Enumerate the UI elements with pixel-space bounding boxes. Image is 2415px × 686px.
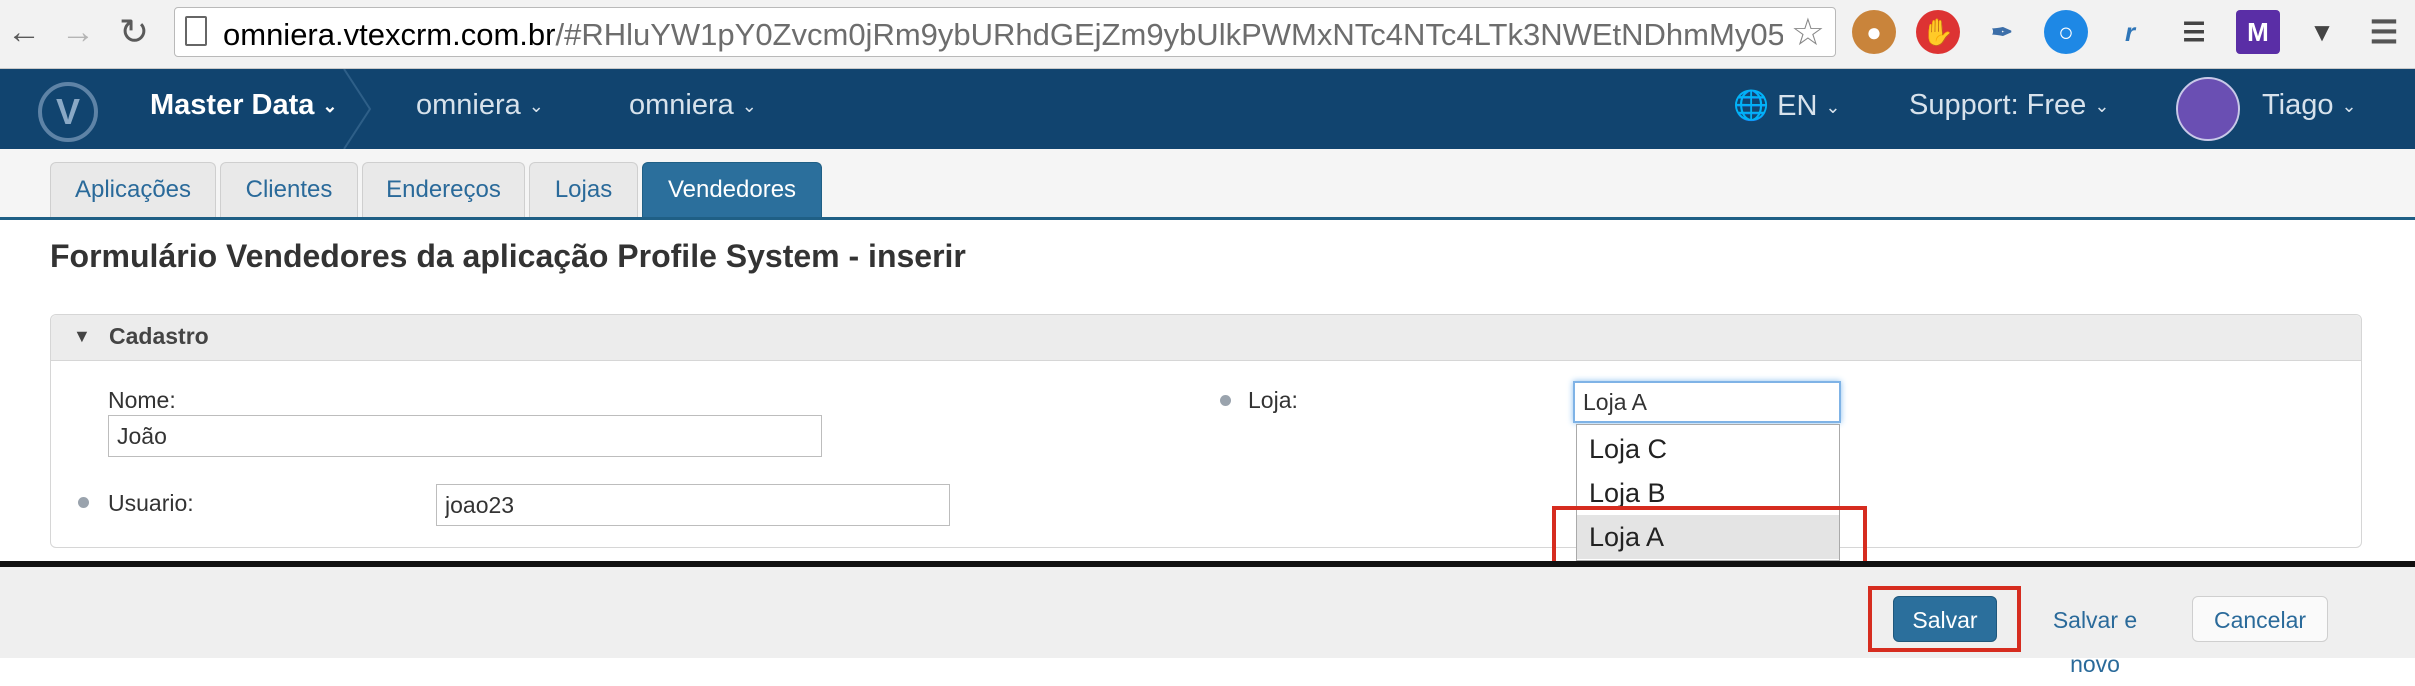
- chevron-down-icon: ⌄: [741, 95, 757, 116]
- chevron-down-icon: ⌄: [2094, 95, 2110, 116]
- page-icon: [185, 16, 207, 46]
- tab-enderecos[interactable]: Endereços: [362, 162, 525, 217]
- stop-ext-icon[interactable]: ✋: [1916, 10, 1960, 54]
- usuario-label: Usuario:: [108, 490, 194, 516]
- tab-clientes[interactable]: Clientes: [220, 162, 358, 217]
- breadcrumb-app: omniera: [629, 89, 734, 121]
- chevron-down-icon: ⌄: [528, 95, 544, 116]
- browser-toolbar: ← → ↻ omniera.vtexcrm.com.br/#RHluYW1pY0…: [0, 0, 2415, 69]
- cancel-button[interactable]: Cancelar: [2192, 596, 2328, 642]
- nome-field[interactable]: [108, 415, 822, 457]
- address-bar[interactable]: omniera.vtexcrm.com.br/#RHluYW1pY0Zvcm0j…: [174, 7, 1836, 57]
- loja-label: Loja:: [1248, 387, 1298, 413]
- app-header: V Master Data ⌄ omniera ⌄ omniera ⌄ 🌐 EN ⌄ Su…: [0, 69, 2415, 149]
- support-label: Support: Free: [1909, 89, 2087, 121]
- globe-icon: 🌐: [1733, 90, 1770, 122]
- breadcrumb-separator-icon: [343, 69, 372, 149]
- bookmark-star-icon[interactable]: ☆: [1791, 10, 1825, 55]
- user-name: Tiago: [2262, 89, 2334, 121]
- cookie-ext-icon[interactable]: ●: [1852, 10, 1896, 54]
- breadcrumb-app-menu[interactable]: omniera ⌄: [629, 89, 757, 122]
- required-dot-icon: [1220, 395, 1231, 406]
- page-title: Formulário Vendedores da aplicação Profi…: [50, 238, 966, 274]
- breadcrumb-store-menu[interactable]: omniera ⌄: [416, 89, 544, 122]
- panel-title: Cadastro: [109, 323, 209, 349]
- loja-option-c[interactable]: Loja C: [1577, 427, 1839, 471]
- url-text[interactable]: omniera.vtexcrm.com.br/#RHluYW1pY0Zvcm0j…: [223, 17, 1783, 53]
- reload-icon[interactable]: ↻: [114, 10, 154, 54]
- tab-lojas[interactable]: Lojas: [529, 162, 638, 217]
- m-ext-icon[interactable]: M: [2236, 10, 2280, 54]
- tab-vendedores[interactable]: Vendedores: [642, 162, 822, 217]
- tab-aplicacoes[interactable]: Aplicações: [50, 162, 216, 217]
- chevron-down-icon: ⌄: [322, 95, 338, 116]
- master-data-menu[interactable]: Master Data ⌄: [150, 89, 338, 122]
- user-menu[interactable]: Tiago ⌄: [2262, 89, 2357, 122]
- highlight-box-save: [1868, 586, 2021, 652]
- nome-label: Nome:: [108, 387, 176, 413]
- language-label: EN: [1777, 90, 1818, 122]
- r-ext-icon[interactable]: r: [2108, 10, 2152, 54]
- url-path: /#RHluYW1pY0Zvcm0jRm9ybURhdGEjZm9ybUlkPW…: [555, 17, 1783, 52]
- save-and-new-button[interactable]: Salvar e novo: [2023, 596, 2167, 677]
- url-host: omniera.vtexcrm.com.br: [223, 17, 556, 52]
- loja-autocomplete-input[interactable]: [1573, 381, 1841, 423]
- highlight-box-loja-a: [1552, 506, 1867, 566]
- entity-tabs: Aplicações Clientes Endereços Lojas Vend…: [0, 149, 2415, 220]
- pocket-ext-icon[interactable]: ▼: [2300, 10, 2344, 54]
- required-dot-icon: [78, 497, 89, 508]
- eyedropper-ext-icon[interactable]: ✒: [1980, 10, 2024, 54]
- wrench-ext-icon[interactable]: ☰: [2172, 10, 2216, 54]
- forward-icon[interactable]: →: [58, 10, 98, 54]
- language-menu[interactable]: 🌐 EN ⌄: [1733, 89, 1841, 123]
- circle-ext-icon[interactable]: ○: [2044, 10, 2088, 54]
- back-icon[interactable]: ←: [4, 10, 44, 54]
- vtex-logo-icon[interactable]: V: [38, 82, 98, 142]
- breadcrumb-store: omniera: [416, 89, 521, 121]
- panel-header[interactable]: ▼ Cadastro: [51, 315, 2361, 361]
- support-menu[interactable]: Support: Free ⌄: [1909, 89, 2109, 122]
- chevron-down-icon: ⌄: [1825, 96, 1841, 117]
- usuario-field[interactable]: [436, 484, 950, 526]
- form-footer: Salvar Salvar e novo Cancelar: [0, 561, 2415, 677]
- collapse-triangle-icon[interactable]: ▼: [73, 326, 91, 347]
- avatar[interactable]: [2176, 77, 2240, 141]
- chevron-down-icon: ⌄: [2341, 95, 2357, 116]
- menu-icon[interactable]: ☰: [2362, 10, 2406, 54]
- app-name: Master Data: [150, 89, 315, 121]
